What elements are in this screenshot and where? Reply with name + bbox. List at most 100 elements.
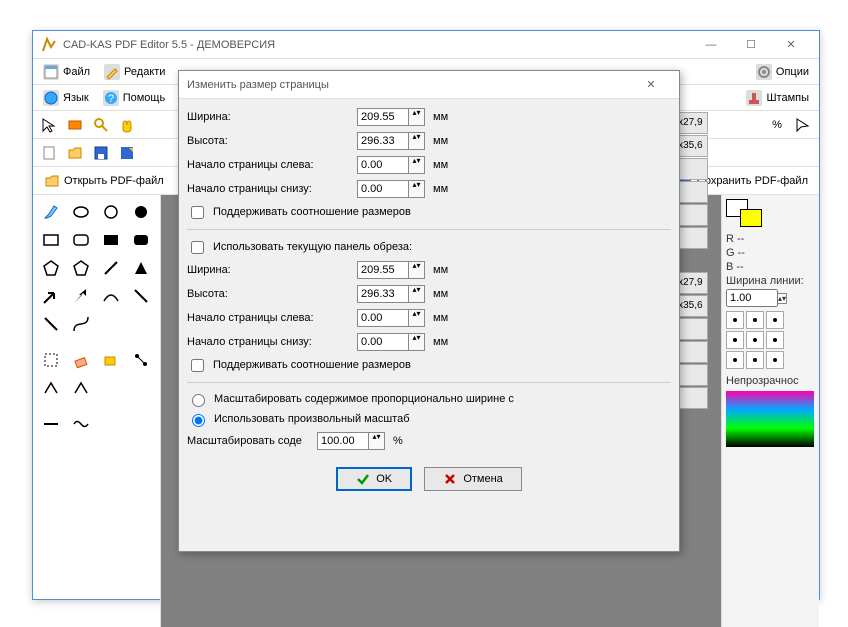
svg-text:?: ? xyxy=(108,93,114,105)
color-b: B -- xyxy=(726,261,815,273)
filled-rrect-tool[interactable] xyxy=(127,227,155,253)
menu-edit[interactable]: Редакти xyxy=(98,62,171,82)
width-label: Ширина: xyxy=(187,111,357,123)
circle-tool[interactable] xyxy=(97,199,125,225)
bottom-label: Начало страницы снизу: xyxy=(187,183,357,195)
globe-icon xyxy=(43,90,59,106)
anchor-grid[interactable] xyxy=(726,311,815,369)
filled-circle-tool[interactable] xyxy=(127,199,155,225)
crop-left-input[interactable] xyxy=(357,309,409,327)
height-spin[interactable]: ▴▾ xyxy=(409,132,425,150)
width-spin[interactable]: ▴▾ xyxy=(409,108,425,126)
stamp-icon xyxy=(746,90,762,106)
main-titlebar: CAD-KAS PDF Editor 5.5 - ДЕМОВЕРСИЯ — ☐ … xyxy=(33,31,819,59)
caret-tool[interactable] xyxy=(37,375,65,401)
percent-field[interactable]: % xyxy=(765,113,789,137)
arrow-filled-tool[interactable] xyxy=(67,283,95,309)
width-input[interactable] xyxy=(357,108,409,126)
save-as[interactable] xyxy=(115,141,139,165)
scale-to-label: Масштабировать соде xyxy=(187,435,317,447)
bottom-input[interactable] xyxy=(357,180,409,198)
dialog-titlebar: Изменить размер страницы ✕ xyxy=(179,71,679,99)
select-rect-tool[interactable] xyxy=(63,113,87,137)
menu-file[interactable]: Файл xyxy=(37,62,96,82)
hand-tool[interactable] xyxy=(115,113,139,137)
hline-tool[interactable] xyxy=(37,411,65,437)
wave-tool[interactable] xyxy=(67,411,95,437)
crop-width-input[interactable] xyxy=(357,261,409,279)
color-picker[interactable] xyxy=(726,391,814,447)
app-icon xyxy=(41,37,57,53)
new-doc[interactable] xyxy=(37,141,61,165)
scale-custom-label: Использовать произвольный масштаб xyxy=(214,413,410,425)
menu-options[interactable]: Опции xyxy=(750,62,815,82)
polygon-tool[interactable] xyxy=(37,255,65,281)
menu-stamps[interactable]: Штампы xyxy=(740,88,815,108)
pentagon-tool[interactable] xyxy=(67,255,95,281)
close-button[interactable]: ✕ xyxy=(771,33,811,57)
linewidth-input[interactable] xyxy=(726,289,778,307)
dialog-close-button[interactable]: ✕ xyxy=(631,73,671,97)
line-tool[interactable] xyxy=(97,255,125,281)
open-pdf-button[interactable]: Открыть PDF-файл xyxy=(37,169,171,193)
linewidth-spin[interactable]: ▴▾ xyxy=(778,293,787,304)
cursor-icon[interactable] xyxy=(791,113,815,137)
color-swatch[interactable] xyxy=(726,199,762,227)
width-unit: мм xyxy=(433,111,457,123)
use-crop-label: Использовать текущую панель обреза: xyxy=(213,241,412,253)
linewidth-label: Ширина линии: xyxy=(726,275,815,287)
zoom-tool[interactable] xyxy=(89,113,113,137)
pointer-tool[interactable] xyxy=(37,113,61,137)
scale-prop-radio[interactable] xyxy=(192,394,205,407)
left-input[interactable] xyxy=(357,156,409,174)
bg-color[interactable] xyxy=(740,209,762,227)
eraser-tool[interactable] xyxy=(67,347,95,373)
rect-tool[interactable] xyxy=(37,227,65,253)
menu-help[interactable]: ? Помощь xyxy=(97,88,172,108)
height-input[interactable] xyxy=(357,132,409,150)
cancel-button[interactable]: Отмена xyxy=(424,467,521,491)
open-doc[interactable] xyxy=(63,141,87,165)
edit-node-tool[interactable] xyxy=(127,347,155,373)
opacity-label: Непрозрачнос xyxy=(726,375,815,387)
marquee-tool[interactable] xyxy=(37,347,65,373)
page-size-dialog: Изменить размер страницы ✕ Ширина: ▴▾ мм… xyxy=(178,70,680,552)
edit-icon xyxy=(104,64,120,80)
bottom-spin[interactable]: ▴▾ xyxy=(409,180,425,198)
rounded-rect-tool[interactable] xyxy=(67,227,95,253)
maximize-button[interactable]: ☐ xyxy=(731,33,771,57)
left-label: Начало страницы слева: xyxy=(187,159,357,171)
dialog-title: Изменить размер страницы xyxy=(187,79,631,91)
crop-height-input[interactable] xyxy=(357,285,409,303)
ok-button[interactable]: OK xyxy=(336,467,412,491)
arc-tool[interactable] xyxy=(127,283,155,309)
crop-bottom-input[interactable] xyxy=(357,333,409,351)
caret2-tool[interactable] xyxy=(67,375,95,401)
keep-ratio-checkbox[interactable] xyxy=(191,206,204,219)
save-doc[interactable] xyxy=(89,141,113,165)
left-spin[interactable]: ▴▾ xyxy=(409,156,425,174)
color-g: G -- xyxy=(726,247,815,259)
use-crop-checkbox[interactable] xyxy=(191,241,204,254)
minimize-button[interactable]: — xyxy=(691,33,731,57)
right-panel: R -- G -- B -- Ширина линии: ▴▾ Непрозра… xyxy=(721,195,819,627)
brush-tool[interactable] xyxy=(37,199,65,225)
height-label: Высота: xyxy=(187,135,357,147)
arrow-tool[interactable] xyxy=(37,283,65,309)
crop-keep-ratio-checkbox[interactable] xyxy=(191,359,204,372)
menu-lang[interactable]: Язык xyxy=(37,88,95,108)
scale-prop-label: Масштабировать содержимое пропорциональн… xyxy=(214,393,514,405)
curve-tool[interactable] xyxy=(97,283,125,309)
bezier-tool[interactable] xyxy=(67,311,95,337)
diag-line-tool[interactable] xyxy=(37,311,65,337)
scale-custom-radio[interactable] xyxy=(192,414,205,427)
keep-ratio-label: Поддерживать соотношение размеров xyxy=(213,206,411,218)
scale-input[interactable] xyxy=(317,432,369,450)
ellipse-tool[interactable] xyxy=(67,199,95,225)
triangle-tool[interactable] xyxy=(127,255,155,281)
fill-tool[interactable] xyxy=(97,347,125,373)
file-icon xyxy=(43,64,59,80)
gear-icon xyxy=(756,64,772,80)
help-icon: ? xyxy=(103,90,119,106)
filled-rect-tool[interactable] xyxy=(97,227,125,253)
